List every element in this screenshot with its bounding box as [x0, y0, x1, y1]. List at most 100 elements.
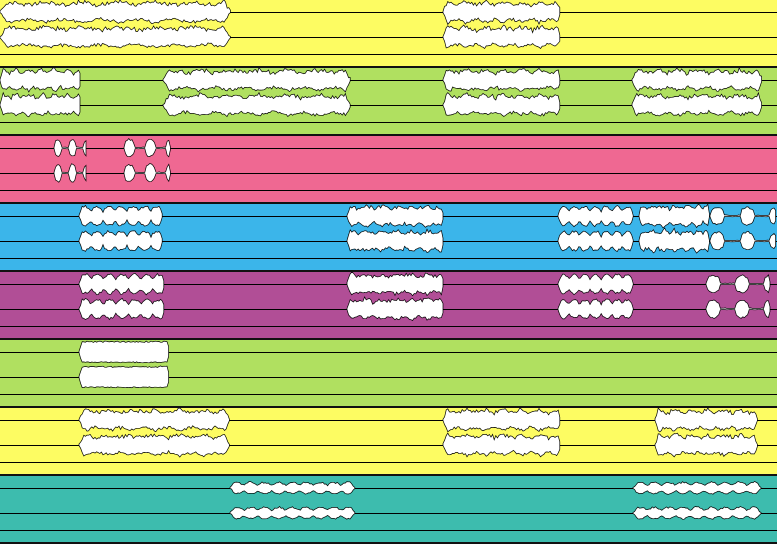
waveform	[78, 204, 163, 252]
waveform-channel	[78, 272, 165, 296]
waveform-channel	[442, 0, 561, 26]
waveform-channel	[442, 432, 561, 458]
audio-region[interactable]	[229, 476, 356, 542]
waveform-channel	[709, 206, 777, 226]
waveform	[346, 272, 444, 321]
arrangement-view[interactable]	[0, 0, 777, 544]
waveform	[162, 68, 351, 118]
audio-region[interactable]	[631, 68, 763, 134]
waveform-channel	[0, 91, 81, 118]
waveform-channel	[78, 204, 163, 227]
waveform-channel	[0, 24, 231, 49]
track-lane[interactable]	[0, 68, 777, 134]
waveform-channel	[229, 506, 356, 520]
audio-region[interactable]	[639, 204, 711, 270]
track-lane[interactable]	[0, 408, 777, 474]
channel-centerline	[0, 173, 777, 175]
audio-region[interactable]	[557, 204, 634, 270]
waveform-channel	[53, 139, 86, 157]
waveform	[442, 0, 561, 50]
waveform-channel	[346, 272, 444, 297]
waveform-channel	[346, 204, 444, 228]
waveform-channel	[78, 297, 165, 321]
waveform-channel	[442, 92, 561, 117]
track-lane[interactable]	[0, 204, 777, 270]
waveform	[0, 68, 81, 118]
waveform	[639, 204, 711, 254]
waveform-channel	[557, 230, 634, 252]
audio-region[interactable]	[123, 136, 171, 202]
waveform-channel	[78, 408, 230, 433]
track-lane[interactable]	[0, 272, 777, 338]
audio-region[interactable]	[632, 476, 762, 542]
waveform-channel	[229, 481, 356, 495]
waveform	[0, 0, 231, 49]
track-lane[interactable]	[0, 0, 777, 66]
waveform	[557, 205, 634, 252]
audio-region[interactable]	[557, 272, 634, 338]
waveform-channel	[442, 408, 561, 433]
waveform-channel	[78, 340, 170, 364]
channel-centerline	[0, 148, 777, 150]
track-lane[interactable]	[0, 136, 777, 202]
waveform-channel	[123, 163, 171, 183]
waveform-channel	[0, 0, 231, 25]
waveform-channel	[705, 299, 771, 319]
waveform-channel	[123, 138, 171, 158]
waveform-channel	[639, 204, 711, 229]
waveform-channel	[78, 365, 170, 389]
waveform-channel	[631, 91, 762, 117]
track-lane[interactable]	[0, 476, 777, 542]
waveform	[78, 408, 230, 458]
audio-region[interactable]	[78, 272, 165, 338]
waveform-channel	[53, 163, 86, 183]
audio-region[interactable]	[442, 68, 561, 134]
audio-region[interactable]	[442, 408, 561, 474]
waveform-channel	[654, 432, 758, 458]
waveform-channel	[346, 296, 444, 321]
waveform-channel	[442, 68, 561, 92]
audio-region[interactable]	[709, 204, 777, 270]
waveform-channel	[557, 273, 634, 296]
waveform-channel	[639, 227, 711, 254]
audio-region[interactable]	[162, 68, 351, 134]
waveform	[709, 206, 777, 251]
waveform	[442, 408, 561, 458]
waveform	[442, 68, 561, 117]
audio-region[interactable]	[442, 0, 561, 66]
waveform-channel	[78, 433, 230, 458]
audio-region[interactable]	[346, 272, 444, 338]
waveform-channel	[705, 273, 771, 294]
audio-region[interactable]	[78, 340, 170, 406]
waveform	[229, 481, 356, 520]
waveform	[346, 204, 444, 253]
waveform	[78, 340, 170, 389]
track-lane[interactable]	[0, 340, 777, 406]
waveform-channel	[442, 24, 561, 50]
waveform	[631, 68, 762, 117]
waveform-channel	[78, 230, 163, 252]
lane-divider	[0, 190, 777, 191]
waveform-channel	[557, 205, 634, 228]
audio-region[interactable]	[0, 0, 231, 66]
waveform-channel	[631, 68, 762, 92]
waveform-channel	[632, 506, 762, 520]
waveform	[705, 273, 771, 319]
audio-region[interactable]	[53, 136, 87, 202]
waveform-channel	[654, 408, 758, 433]
audio-region[interactable]	[0, 68, 82, 134]
waveform	[78, 272, 165, 321]
waveform-channel	[557, 298, 634, 320]
waveform	[123, 138, 171, 183]
waveform	[632, 480, 762, 520]
audio-region[interactable]	[78, 204, 163, 270]
waveform-channel	[709, 231, 777, 251]
audio-region[interactable]	[346, 204, 444, 270]
waveform-channel	[162, 68, 351, 93]
waveform	[53, 139, 86, 183]
audio-region[interactable]	[654, 408, 758, 474]
waveform-channel	[346, 228, 444, 253]
audio-region[interactable]	[78, 408, 230, 474]
waveform-channel	[0, 68, 81, 93]
audio-region[interactable]	[705, 272, 771, 338]
